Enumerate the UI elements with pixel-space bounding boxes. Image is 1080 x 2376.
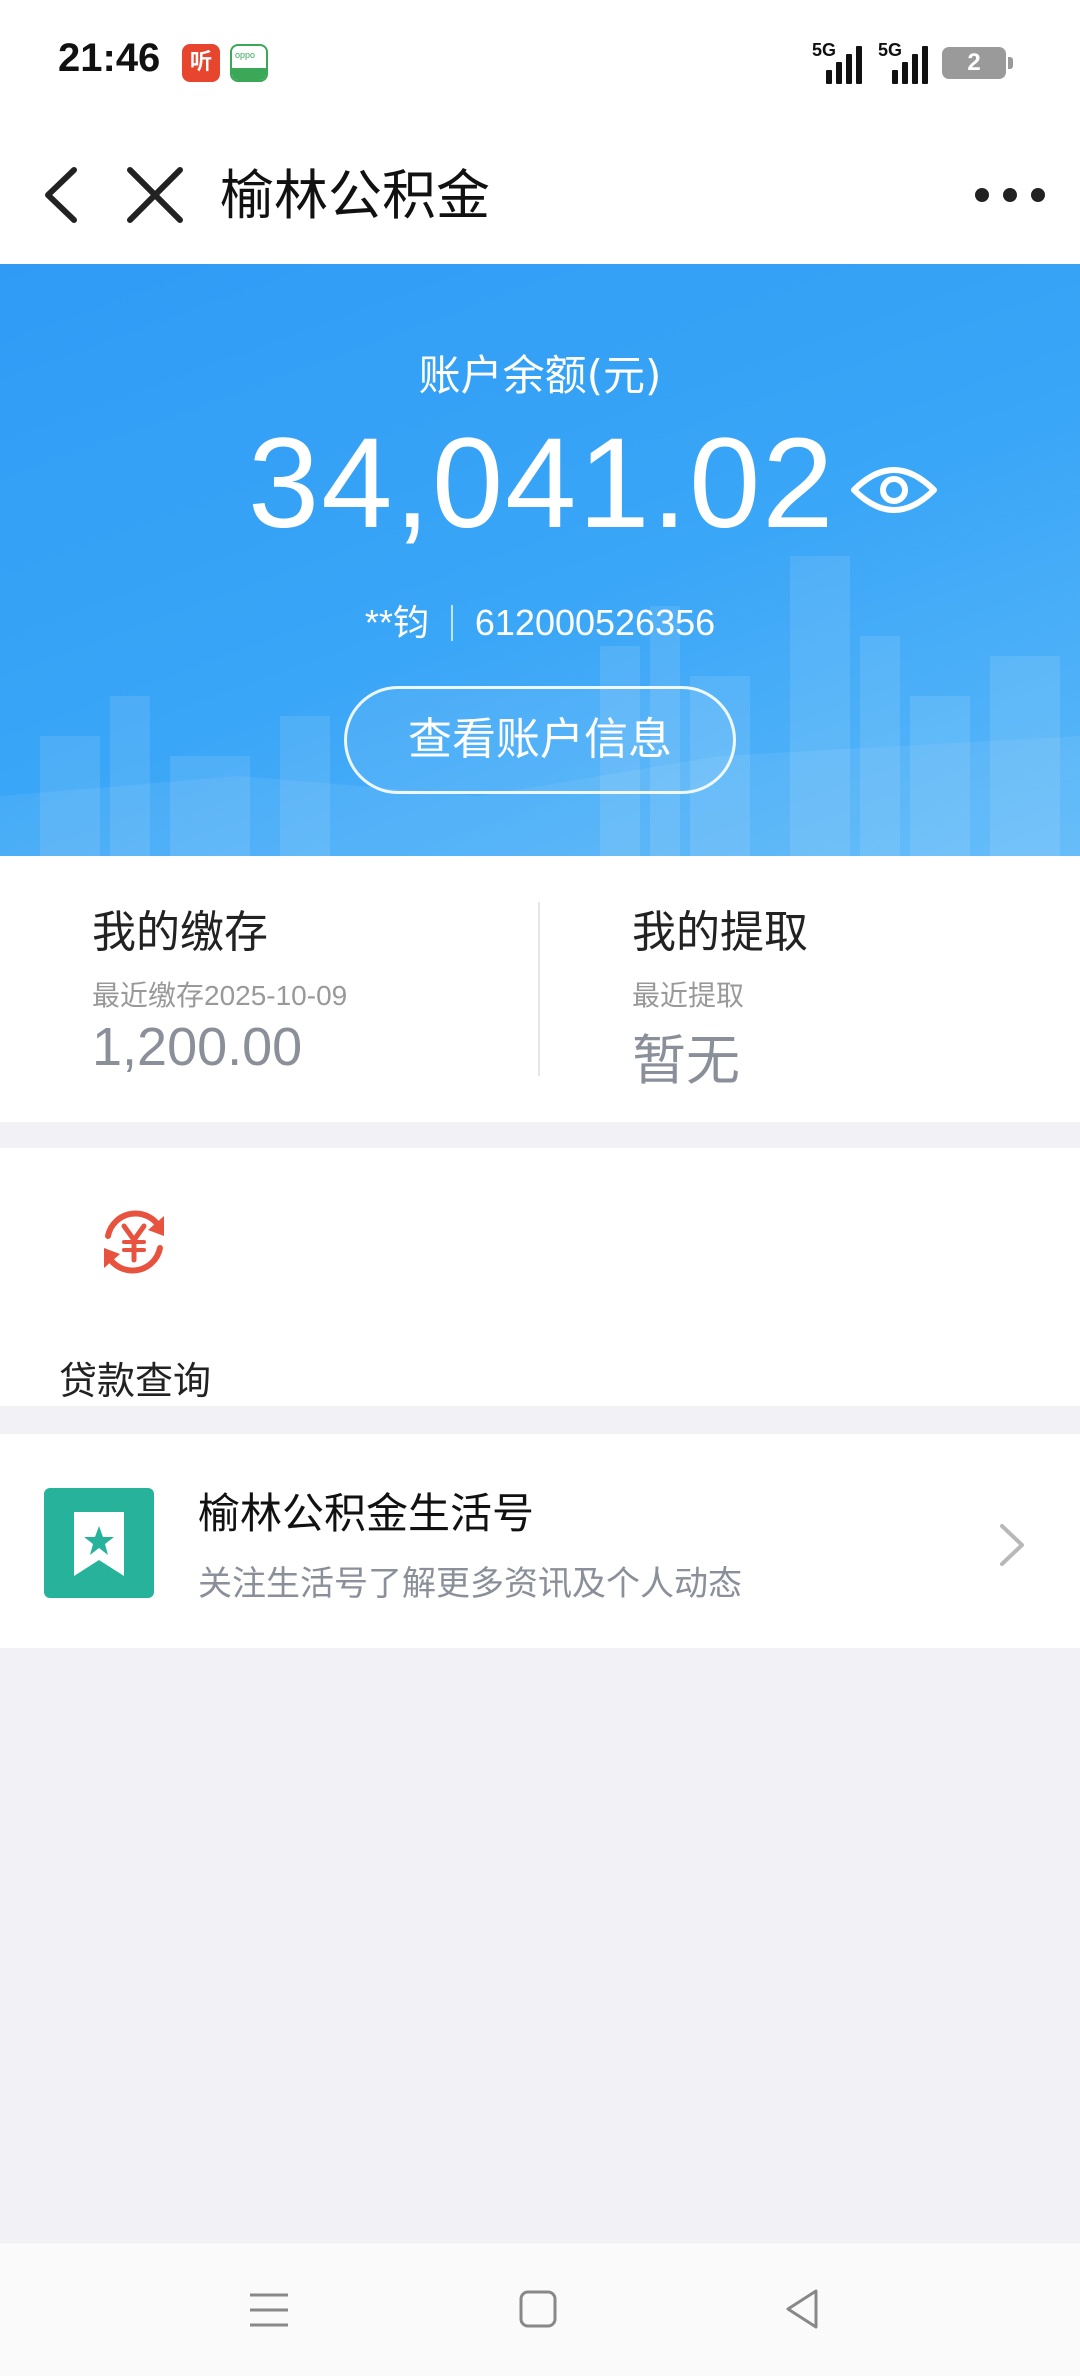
status-time: 21:46 bbox=[58, 36, 161, 80]
holder-name: **钧 bbox=[364, 602, 429, 643]
close-icon[interactable] bbox=[120, 160, 190, 230]
navigation-bar: 榆林公积金 bbox=[0, 130, 1080, 264]
system-navigation-bar bbox=[0, 2242, 1080, 2376]
status-bar: 21:46 听 oppo 5G 5G 2 bbox=[0, 0, 1080, 130]
withdraw-subtitle: 最近提取 bbox=[632, 980, 745, 1011]
menu-icon[interactable] bbox=[248, 2291, 290, 2329]
life-account-card[interactable]: 榆林公积金生活号 关注生活号了解更多资讯及个人动态 bbox=[0, 1434, 1080, 1648]
deposit-subtitle: 最近缴存2025-10-09 bbox=[92, 980, 348, 1011]
signal-5g-icon-2: 5G bbox=[878, 40, 938, 84]
services-section: 贷款查询 bbox=[0, 1148, 1080, 1406]
notification-app-icon: 听 bbox=[182, 44, 220, 82]
withdraw-value: 暂无 bbox=[632, 1031, 740, 1091]
account-number: 612000526356 bbox=[474, 602, 716, 643]
balance-value: 34,041.02 bbox=[248, 412, 836, 555]
loan-yuan-refresh-icon bbox=[94, 1202, 174, 1282]
account-holder-row: **钧 612000526356 bbox=[0, 594, 1080, 646]
summary-divider bbox=[538, 902, 540, 1076]
withdraw-card[interactable]: 我的提取 最近提取 暂无 bbox=[632, 856, 1052, 1122]
life-account-subtitle: 关注生活号了解更多资讯及个人动态 bbox=[198, 1564, 742, 1604]
more-horizontal-icon[interactable] bbox=[970, 170, 1050, 220]
balance-label: 账户余额(元) bbox=[418, 351, 662, 400]
life-account-title: 榆林公积金生活号 bbox=[198, 1489, 535, 1538]
back-triangle-icon[interactable] bbox=[782, 2287, 822, 2331]
loan-query-label: 贷款查询 bbox=[58, 1359, 211, 1403]
signal-5g-icon-1: 5G bbox=[804, 40, 868, 84]
view-account-info-button[interactable]: 查看账户信息 bbox=[344, 686, 736, 794]
deposit-card[interactable]: 我的缴存 最近缴存2025-10-09 1,200.00 bbox=[92, 856, 512, 1122]
deposit-value: 1,200.00 bbox=[92, 1017, 303, 1077]
balance-card: 账户余额(元) 34,041.02 **钧 612000526356 查看账户信息 bbox=[0, 264, 1080, 856]
eye-icon[interactable] bbox=[850, 460, 938, 520]
page-title: 榆林公积金 bbox=[220, 164, 490, 227]
separator bbox=[450, 605, 453, 641]
notification-oppo-icon: oppo bbox=[230, 44, 268, 82]
withdraw-title: 我的提取 bbox=[632, 907, 808, 958]
deposit-title: 我的缴存 bbox=[92, 907, 268, 958]
home-square-icon[interactable] bbox=[518, 2289, 558, 2329]
battery-icon: 2 bbox=[942, 47, 1013, 79]
chevron-right-icon bbox=[992, 1520, 1032, 1570]
chevron-left-icon[interactable] bbox=[34, 160, 94, 230]
bookmark-star-icon bbox=[44, 1488, 154, 1598]
loan-query-button[interactable]: 贷款查询 bbox=[40, 1202, 230, 1403]
notification-oppo-label: oppo bbox=[235, 50, 256, 60]
summary-section: 我的缴存 最近缴存2025-10-09 1,200.00 我的提取 最近提取 暂… bbox=[0, 856, 1080, 1122]
